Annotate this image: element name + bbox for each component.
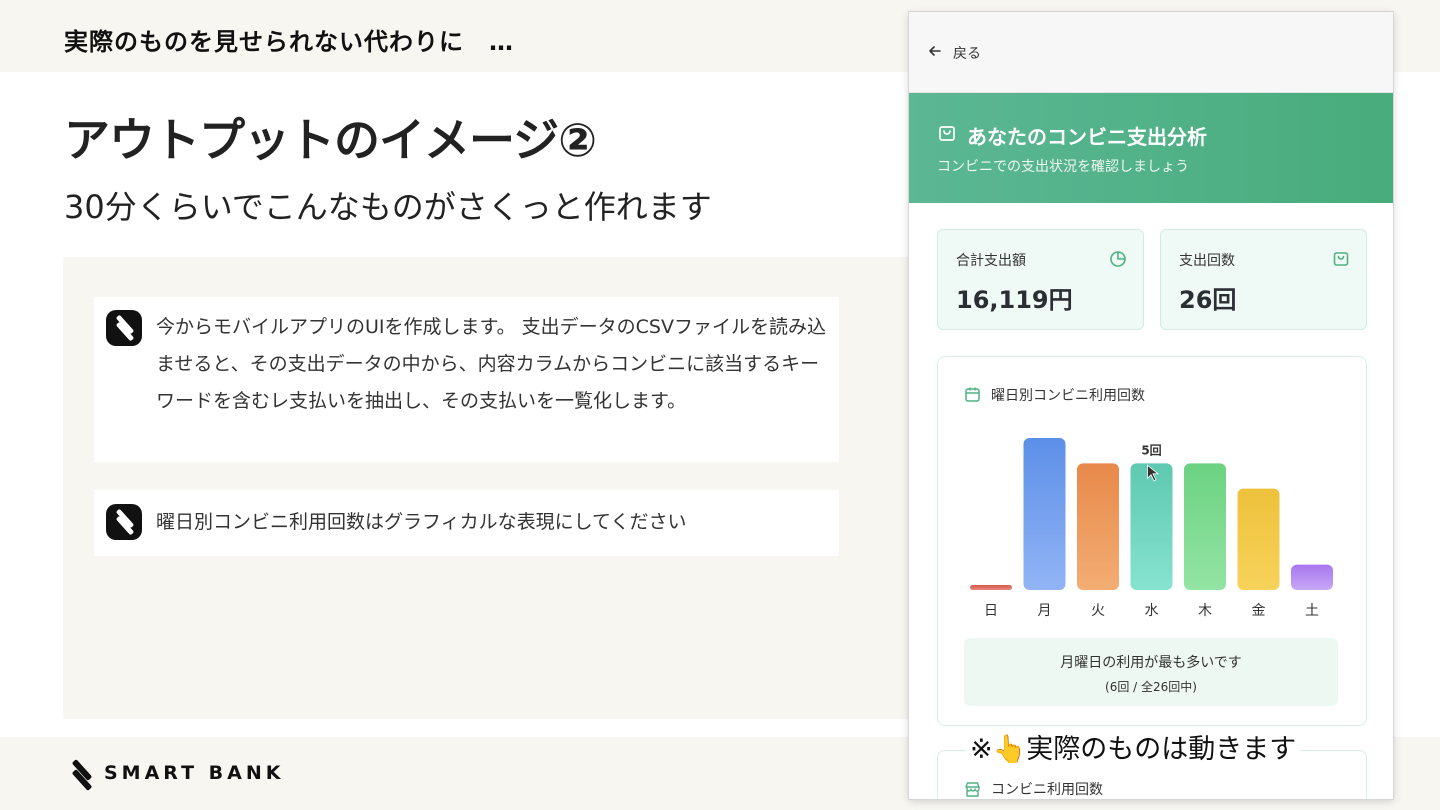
smartbank-logo-icon: [106, 504, 142, 540]
bar-火[interactable]: [1077, 463, 1119, 590]
bar-木[interactable]: [1184, 463, 1226, 590]
slide-header-text: 実際のものを見せられない代わりに …: [64, 28, 514, 56]
chart-summary: 月曜日の利用が最も多いです (6回 / 全26回中): [964, 638, 1338, 706]
x-tick-label: 土: [1305, 603, 1319, 619]
banner-subtitle: コンビニでの支出状況を確認しましょう: [937, 159, 1189, 175]
back-button[interactable]: 戻る: [953, 43, 981, 63]
slide-subtitle: 30分くらいでこんなものがさくっと作れます: [64, 188, 712, 226]
x-tick-label: 火: [1091, 603, 1105, 619]
summary-sub: (6回 / 全26回中): [1105, 680, 1197, 694]
prompt-text-1: 今からモバイルアプリのUIを作成します。 支出データのCSVファイルを読み込ませ…: [156, 316, 826, 412]
arrow-left-icon[interactable]: [927, 43, 943, 59]
next-card-title: コンビニ利用回数: [991, 782, 1103, 798]
prompt-card-1: 今からモバイルアプリのUIを作成します。 支出データのCSVファイルを読み込ませ…: [94, 297, 839, 462]
stat-label: 合計支出額: [956, 253, 1026, 269]
bar-tooltip-label: 5回: [1141, 443, 1161, 457]
bar-月[interactable]: [1023, 438, 1066, 590]
stat-value: 16,119円: [956, 286, 1073, 314]
smartbank-brand-icon: [68, 759, 96, 791]
overlay-note: ※👆実際のものは動きます: [966, 729, 1301, 771]
bar-土[interactable]: [1291, 564, 1333, 590]
shopping-bag-icon: [1333, 252, 1349, 266]
stat-value: 26回: [1179, 286, 1237, 314]
x-tick-label: 月: [1038, 603, 1052, 619]
banner-title: あなたのコンビニ支出分析: [967, 125, 1207, 149]
bar-日[interactable]: [970, 585, 1012, 590]
store-icon: [965, 782, 980, 797]
x-tick-label: 水: [1145, 603, 1159, 619]
slide-title: アウトプットのイメージ②: [64, 113, 597, 167]
stat-card-count: 支出回数 26回: [1160, 229, 1367, 330]
bar-金[interactable]: [1237, 488, 1280, 590]
stat-card-total-amount: 合計支出額 16,119円: [937, 229, 1144, 330]
pie-chart-icon: [1110, 251, 1126, 267]
weekday-chart-card: 曜日別コンビニ利用回数 日月火水 5回木金土 月曜日の利用が最も多いです (6回 …: [937, 356, 1367, 726]
x-tick-label: 金: [1252, 603, 1266, 619]
prompt-card-2: 曜日別コンビニ利用回数はグラフィカルな表現にしてください: [94, 490, 839, 556]
app-screenshot: 戻る あなたのコンビニ支出分析 コンビニでの支出状況を確認しましょう 合計支出額…: [909, 12, 1393, 799]
prompt-text-2: 曜日別コンビニ利用回数はグラフィカルな表現にしてください: [156, 511, 687, 533]
app-banner: あなたのコンビニ支出分析 コンビニでの支出状況を確認しましょう: [909, 93, 1393, 203]
brand-name: SMART BANK: [104, 762, 285, 784]
weekday-bar-chart: 日 月 火 水 5回木 金 土: [970, 438, 1333, 619]
smartbank-logo-icon: [106, 310, 142, 346]
x-tick-label: 木: [1198, 603, 1212, 619]
app-nav-bar: 戻る: [909, 12, 1393, 93]
shopping-bag-icon: [939, 126, 955, 141]
bar-水[interactable]: [1130, 463, 1173, 590]
summary-main: 月曜日の利用が最も多いです: [1060, 655, 1242, 671]
x-tick-label: 日: [984, 603, 998, 619]
stat-label: 支出回数: [1179, 253, 1235, 269]
